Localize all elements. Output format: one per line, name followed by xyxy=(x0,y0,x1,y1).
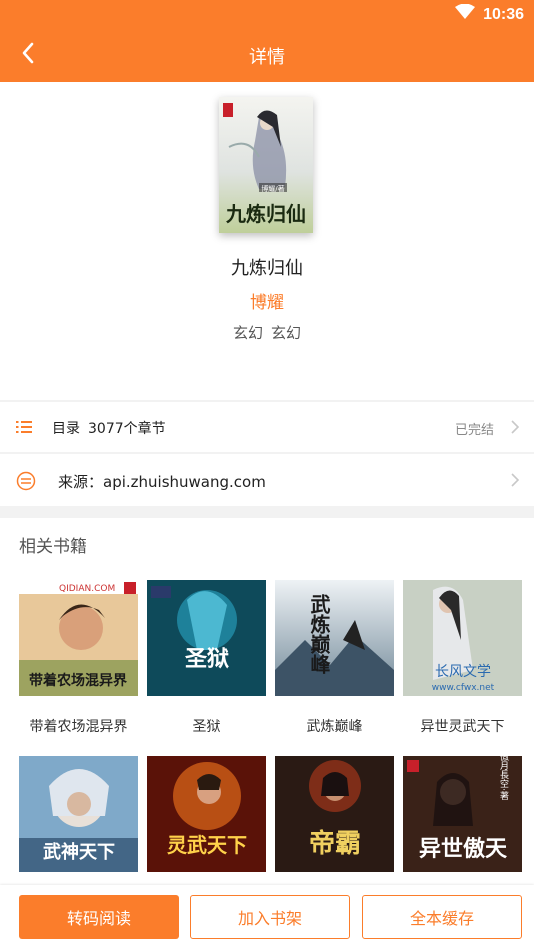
book-title: 九炼归仙 xyxy=(231,258,303,279)
cover-title-text: 帝霸 xyxy=(309,828,361,859)
cover-top-text: QIDIAN.COM xyxy=(59,584,115,594)
related-book-card[interactable]: 长风文学 www.cfwx.net 异世灵武天下 xyxy=(403,580,522,736)
related-book-card[interactable]: 傲月長空·著 异世傲天 xyxy=(403,756,522,872)
wifi-icon xyxy=(455,3,476,25)
book-cover: 长风文学 www.cfwx.net xyxy=(403,580,522,696)
book-cover: 武神天下 xyxy=(19,756,138,872)
related-book-title: 圣狱 xyxy=(192,719,221,735)
related-book-title: 武炼巅峰 xyxy=(306,719,363,735)
source-label: 来源：api.zhuishuwang.com xyxy=(58,473,266,491)
book-cover: 武炼巅峰 xyxy=(275,580,394,696)
book-cover: 帝霸 xyxy=(275,756,394,872)
status-time: 10:36 xyxy=(483,5,524,23)
toc-row[interactable]: 目录 3077个章节 已完结 xyxy=(0,402,534,452)
related-book-card[interactable]: 灵武天下 xyxy=(147,756,266,872)
app-bar: 详情 xyxy=(0,28,534,82)
source-icon xyxy=(16,471,36,495)
cover-author-text: 博耀/著 xyxy=(261,184,284,193)
book-cover: 圣狱 xyxy=(147,580,266,696)
related-book-card[interactable]: QIDIAN.COM 带着农场混异界 带着农场混异界 xyxy=(19,580,138,736)
related-book-card[interactable]: 武神天下 xyxy=(19,756,138,872)
related-book-title: 带着农场混异界 xyxy=(29,719,128,735)
cover-title-text: 长风文学 xyxy=(435,664,491,680)
book-author[interactable]: 博耀 xyxy=(0,288,534,313)
section-title: 相关书籍 xyxy=(19,537,87,557)
completion-status: 已完结 xyxy=(454,423,494,438)
cover-title-text: 异世傲天 xyxy=(419,836,508,862)
tag: 玄幻 xyxy=(232,324,263,342)
book-cover: 傲月長空·著 异世傲天 xyxy=(403,756,522,872)
related-book-title: 异世灵武天下 xyxy=(420,719,505,735)
bottom-action-bar: 转码阅读 加入书架 全本缓存 xyxy=(0,885,534,949)
cover-title-text: 带着农场混异界 xyxy=(29,672,128,689)
cover-title-text: 灵武天下 xyxy=(167,833,247,857)
add-to-shelf-button[interactable]: 加入书架 xyxy=(190,895,350,939)
cover-title-text: 武神天下 xyxy=(43,841,115,863)
cover-title-text: 圣狱 xyxy=(185,647,229,672)
cover-title-text: 九炼归仙 xyxy=(225,202,306,226)
related-books-section: 相关书籍 QIDIAN.COM 带着农场混异界 带着农场混异界 圣狱 圣狱 武炼… xyxy=(0,518,534,885)
chapter-count: 3077个章节 xyxy=(88,421,166,437)
status-bar: 10:36 xyxy=(0,0,534,28)
book-cover: 灵武天下 xyxy=(147,756,266,872)
book-cover: 博耀/著 九炼归仙 xyxy=(219,97,313,233)
read-button[interactable]: 转码阅读 xyxy=(19,895,179,939)
download-all-button[interactable]: 全本缓存 xyxy=(362,895,522,939)
cover-title-text: 武炼巅峰 xyxy=(307,594,331,674)
list-icon xyxy=(16,419,32,438)
book-cover: QIDIAN.COM 带着农场混异界 xyxy=(19,580,138,696)
chevron-right-icon xyxy=(510,419,520,439)
toc-title: 目录 xyxy=(52,421,80,437)
cover-sub-text: 傲月長空·著 xyxy=(498,756,509,800)
toc-label: 目录 3077个章节 xyxy=(52,418,166,438)
related-book-card[interactable]: 武炼巅峰 武炼巅峰 xyxy=(275,580,394,736)
chevron-right-icon xyxy=(510,472,520,492)
book-header: 博耀/著 九炼归仙 九炼归仙 博耀 玄幻 玄幻 xyxy=(0,82,534,400)
book-tags: 玄幻 玄幻 xyxy=(0,322,534,343)
related-book-card[interactable]: 圣狱 圣狱 xyxy=(147,580,266,736)
cover-sub-text: www.cfwx.net xyxy=(432,683,495,693)
related-book-card[interactable]: 帝霸 xyxy=(275,756,394,872)
page-title: 详情 xyxy=(249,47,285,68)
tag: 玄幻 xyxy=(271,324,302,342)
source-row[interactable]: 来源：api.zhuishuwang.com xyxy=(0,454,534,506)
